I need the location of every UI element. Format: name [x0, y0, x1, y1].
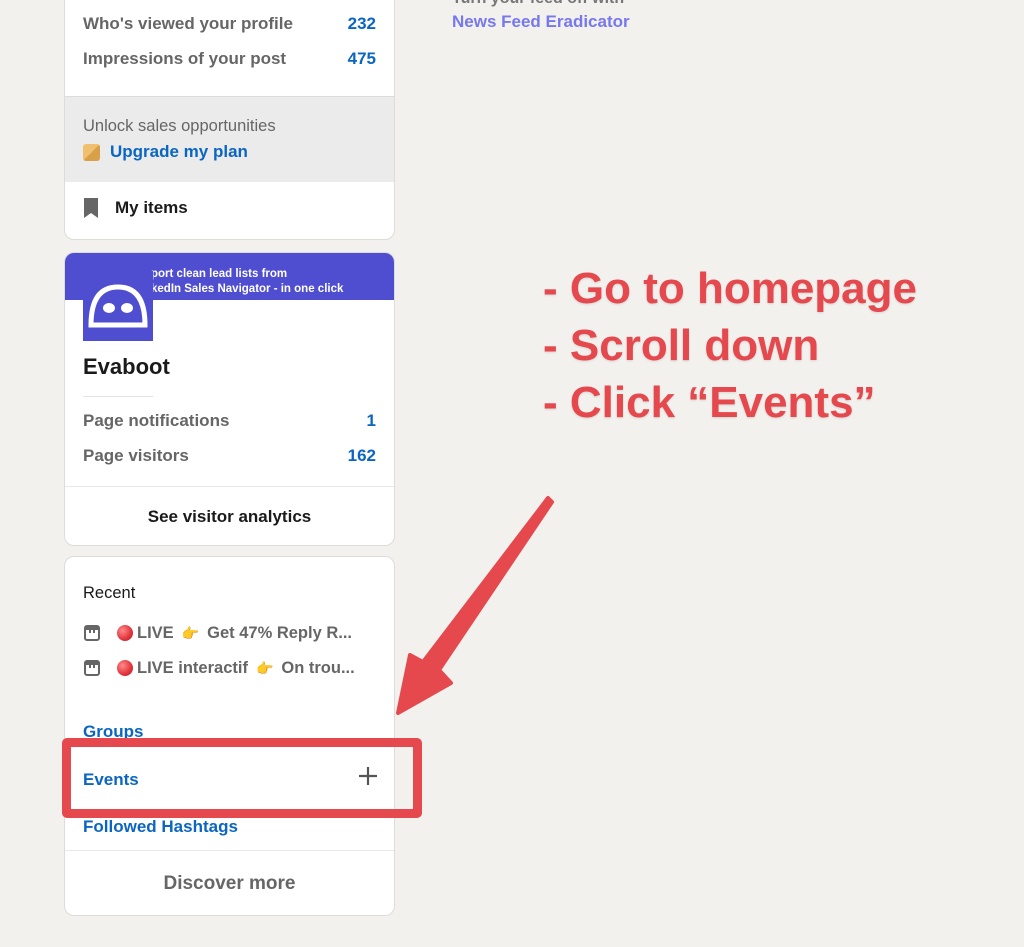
- page-notifications-row[interactable]: Page notifications 1: [83, 409, 376, 433]
- add-event-plus-icon[interactable]: [356, 764, 380, 788]
- followed-hashtags-link[interactable]: Followed Hashtags: [83, 817, 238, 837]
- page-notifications-label: Page notifications: [83, 411, 230, 430]
- events-link[interactable]: Events: [83, 770, 139, 790]
- page-notifications-value: 1: [366, 411, 376, 430]
- profile-stats-card: Who's viewed your profile 232 Impression…: [64, 0, 395, 240]
- profile-views-row[interactable]: Who's viewed your profile 232: [83, 12, 376, 36]
- recent-item-text: Get 47% Reply R...: [207, 623, 353, 642]
- recent-item-prefix: LIVE interactif: [137, 658, 248, 677]
- robot-icon: [88, 284, 148, 328]
- news-feed-eradicator-link[interactable]: News Feed Eradicator: [452, 12, 630, 32]
- bookmark-icon: [84, 198, 98, 218]
- event-calendar-icon: [84, 625, 100, 641]
- post-impressions-row[interactable]: Impressions of your post 475: [83, 47, 376, 71]
- post-impressions-value: 475: [347, 49, 376, 68]
- my-items-link[interactable]: My items: [83, 197, 188, 219]
- recent-title: Recent: [83, 584, 136, 602]
- pointing-hand-icon: 👉: [181, 624, 200, 641]
- cover-tagline: port clean lead lists from kedIn Sales N…: [151, 267, 343, 297]
- divider: [65, 486, 394, 487]
- post-impressions-label: Impressions of your post: [83, 49, 287, 68]
- premium-icon: [83, 143, 100, 161]
- company-page-card: port clean lead lists from kedIn Sales N…: [64, 252, 395, 546]
- evaboot-logo[interactable]: [83, 271, 153, 341]
- see-visitor-analytics-button[interactable]: See visitor analytics: [65, 507, 394, 527]
- profile-views-label: Who's viewed your profile: [83, 14, 293, 33]
- page-visitors-value: 162: [347, 446, 376, 465]
- instruction-step-3: - Click “Events”: [543, 378, 876, 427]
- instruction-annotation: - Go to homepage - Scroll down - Click “…: [543, 260, 917, 431]
- red-circle-icon: [117, 660, 133, 676]
- recent-item-prefix: LIVE: [137, 623, 174, 642]
- red-circle-icon: [117, 625, 133, 641]
- my-items-label: My items: [115, 198, 188, 217]
- premium-upsell: Unlock sales opportunities Upgrade my pl…: [65, 96, 394, 182]
- pointing-hand-icon: 👉: [255, 659, 274, 676]
- page-name[interactable]: Evaboot: [83, 354, 170, 380]
- discover-more-button[interactable]: Discover more: [65, 873, 394, 895]
- divider: [65, 850, 394, 851]
- extension-partial-text: Turn your feed off with: [452, 0, 624, 8]
- page-visitors-row[interactable]: Page visitors 162: [83, 444, 376, 468]
- upgrade-plan-label: Upgrade my plan: [110, 142, 248, 161]
- cover-tagline-line-2: kedIn Sales Navigator - in one click: [151, 283, 344, 295]
- groups-link[interactable]: Groups: [83, 722, 143, 742]
- recent-item-text: On trou...: [281, 658, 355, 677]
- cover-tagline-line-1: port clean lead lists from: [151, 268, 288, 280]
- page-visitors-label: Page visitors: [83, 446, 189, 465]
- event-calendar-icon: [84, 660, 100, 676]
- recent-card: Recent LIVE 👉 Get 47% Reply R... LIVE in…: [64, 556, 395, 916]
- instruction-step-1: - Go to homepage: [543, 264, 917, 313]
- recent-item[interactable]: LIVE 👉 Get 47% Reply R...: [83, 621, 376, 645]
- divider: [83, 396, 153, 397]
- instruction-step-2: - Scroll down: [543, 321, 820, 370]
- unlock-text: Unlock sales opportunities: [83, 117, 276, 135]
- profile-views-value: 232: [347, 14, 376, 33]
- upgrade-plan-link[interactable]: Upgrade my plan: [83, 142, 248, 162]
- recent-item[interactable]: LIVE interactif 👉 On trou...: [83, 656, 376, 680]
